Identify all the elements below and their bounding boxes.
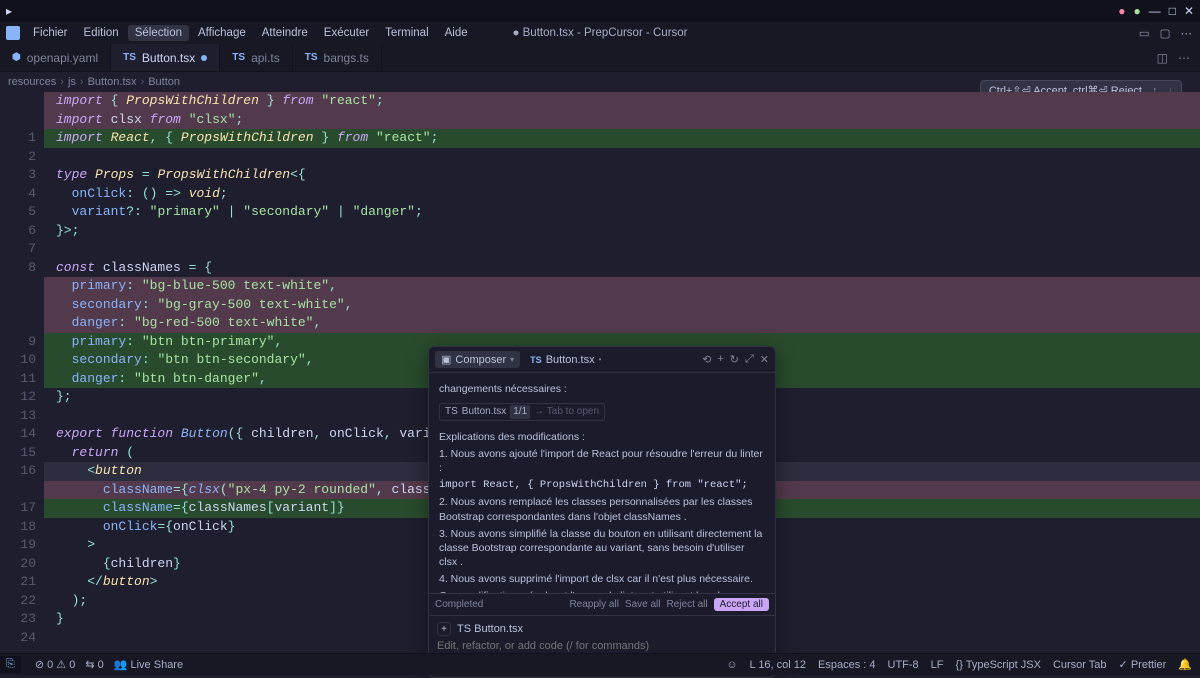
status-language[interactable]: {} TypeScript JSX	[956, 659, 1041, 671]
code-line[interactable]: variant?: "primary" | "secondary" | "dan…	[44, 203, 1200, 222]
menu-item[interactable]: Fichier	[26, 25, 75, 41]
add-context-button[interactable]: +	[437, 622, 451, 636]
save-all-button[interactable]: Save all	[625, 599, 661, 610]
remote-indicator[interactable]: ⎘	[0, 656, 21, 673]
composer-text: 4. Nous avons supprimé l'import de clsx …	[439, 572, 765, 586]
os-indicator-icon: ●	[1118, 4, 1125, 18]
refresh-icon[interactable]: ↻	[730, 353, 739, 366]
code-line[interactable]: }>;	[44, 222, 1200, 241]
os-minimize-icon[interactable]: —	[1149, 4, 1161, 18]
layout-icon[interactable]: ▢	[1160, 26, 1171, 40]
code-line[interactable]: import { PropsWithChildren } from "react…	[44, 92, 1200, 111]
composer-text: 1. Nous avons ajouté l'import de React p…	[439, 447, 765, 475]
code-line[interactable]: import clsx from "clsx";	[44, 111, 1200, 130]
ts-icon: TS	[232, 52, 245, 63]
chevron-down-icon: ▾	[510, 355, 514, 364]
composer-status: Completed	[435, 599, 483, 610]
status-errors[interactable]: ⊘ 0 ⚠ 0	[35, 658, 76, 671]
composer-text: 2. Nous avons remplacé les classes perso…	[439, 495, 765, 523]
more-icon[interactable]: ⋯	[1178, 51, 1190, 65]
composer-text: changements nécessaires :	[439, 382, 765, 396]
status-eol[interactable]: LF	[931, 659, 944, 671]
accept-all-button[interactable]: Accept all	[714, 598, 769, 611]
status-feedback-icon[interactable]: ☺	[726, 659, 737, 671]
app-icon	[6, 26, 20, 40]
os-close-icon[interactable]: ✕	[1184, 4, 1194, 18]
editor-tab[interactable]: TSButton.tsx	[111, 44, 220, 71]
ts-icon: TS	[123, 52, 136, 63]
status-ports[interactable]: ⇆ 0	[85, 658, 103, 671]
os-bar: ▸ ● ● — □ ✕	[0, 0, 1200, 22]
status-bell-icon[interactable]: 🔔	[1178, 658, 1192, 671]
composer-tab[interactable]: ▣ Composer ▾	[435, 351, 520, 368]
expand-icon[interactable]: ⤢	[745, 353, 754, 366]
code-line[interactable]: primary: "bg-blue-500 text-white",	[44, 277, 1200, 296]
code-line[interactable]: danger: "bg-red-500 text-white",	[44, 314, 1200, 333]
menu-item[interactable]: Exécuter	[317, 25, 376, 41]
code-line[interactable]: type Props = PropsWithChildren<{	[44, 166, 1200, 185]
os-maximize-icon[interactable]: □	[1169, 4, 1176, 18]
menu-item[interactable]: Sélection	[128, 25, 189, 41]
more-icon[interactable]: ⋯	[1181, 26, 1193, 40]
title-bar: FichierEditionSélectionAffichageAtteindr…	[0, 22, 1200, 44]
composer-code: import React, { PropsWithChildren } from…	[439, 478, 765, 492]
status-liveshare[interactable]: 👥 Live Share	[114, 658, 183, 671]
breadcrumb-item[interactable]: js	[68, 76, 76, 88]
code-line[interactable]	[44, 148, 1200, 167]
composer-text: 3. Nous avons simplifié la classe du bou…	[439, 527, 765, 570]
menu-item[interactable]: Affichage	[191, 25, 253, 41]
code-line[interactable]	[44, 240, 1200, 259]
composer-file-pill[interactable]: TS Button.tsx 1/1 → Tab to open	[439, 403, 605, 421]
composer-panel: ▣ Composer ▾ TS Button.tsx • ⟲ + ↻ ⤢ ✕ c…	[428, 346, 776, 678]
composer-input[interactable]	[437, 640, 767, 652]
code-line[interactable]: secondary: "bg-gray-500 text-white",	[44, 296, 1200, 315]
close-icon[interactable]: ✕	[760, 353, 769, 366]
panel-toggle-icon[interactable]: ▭	[1139, 26, 1150, 40]
composer-icon: ▣	[441, 353, 451, 366]
status-bar: ⎘ ⊘ 0 ⚠ 0 ⇆ 0 👥 Live Share ☺ L 16, col 1…	[0, 653, 1200, 675]
app-menu-icon[interactable]: ▸	[6, 4, 12, 18]
history-icon[interactable]: ⟲	[702, 353, 711, 366]
split-editor-icon[interactable]: ◫	[1157, 51, 1168, 65]
status-cursortab[interactable]: Cursor Tab	[1053, 659, 1107, 671]
yaml-icon: ⬢	[12, 52, 21, 63]
editor-tab[interactable]: TSapi.ts	[220, 44, 292, 71]
breadcrumb-item[interactable]: resources	[8, 76, 56, 88]
status-spaces[interactable]: Espaces : 4	[818, 659, 875, 671]
editor-tab-bar: ⬢openapi.yamlTSButton.tsxTSapi.tsTSbangs…	[0, 44, 1200, 72]
menu-item[interactable]: Atteindre	[255, 25, 315, 41]
editor-tab[interactable]: TSbangs.ts	[293, 44, 382, 71]
ts-icon: TS	[445, 405, 458, 419]
breadcrumb-item[interactable]: Button.tsx	[88, 76, 137, 88]
add-icon[interactable]: +	[717, 353, 723, 366]
ts-icon: TS	[530, 355, 542, 365]
code-line[interactable]: onClick: () => void;	[44, 185, 1200, 204]
menu-item[interactable]: Edition	[77, 25, 126, 41]
editor-tab[interactable]: ⬢openapi.yaml	[0, 44, 111, 71]
dirty-indicator-icon	[201, 55, 207, 61]
status-prettier[interactable]: ✓ Prettier	[1119, 658, 1167, 671]
breadcrumb-item[interactable]: Button	[148, 76, 180, 88]
os-indicator-icon: ●	[1133, 4, 1140, 18]
menu-item[interactable]: Terminal	[378, 25, 435, 41]
ts-icon: TS	[305, 52, 318, 63]
composer-heading: Explications des modifications :	[439, 430, 765, 444]
reapply-all-button[interactable]: Reapply all	[569, 599, 618, 610]
ts-icon: TS	[457, 623, 471, 635]
menu-item[interactable]: Aide	[438, 25, 475, 41]
composer-file-tab[interactable]: TS Button.tsx •	[524, 352, 607, 368]
status-lncol[interactable]: L 16, col 12	[750, 659, 806, 671]
composer-context-pill[interactable]: TS Button.tsx	[457, 623, 523, 635]
code-line[interactable]: const classNames = {	[44, 259, 1200, 278]
reject-all-button[interactable]: Reject all	[667, 599, 708, 610]
status-encoding[interactable]: UTF-8	[888, 659, 919, 671]
code-line[interactable]: import React, { PropsWithChildren } from…	[44, 129, 1200, 148]
